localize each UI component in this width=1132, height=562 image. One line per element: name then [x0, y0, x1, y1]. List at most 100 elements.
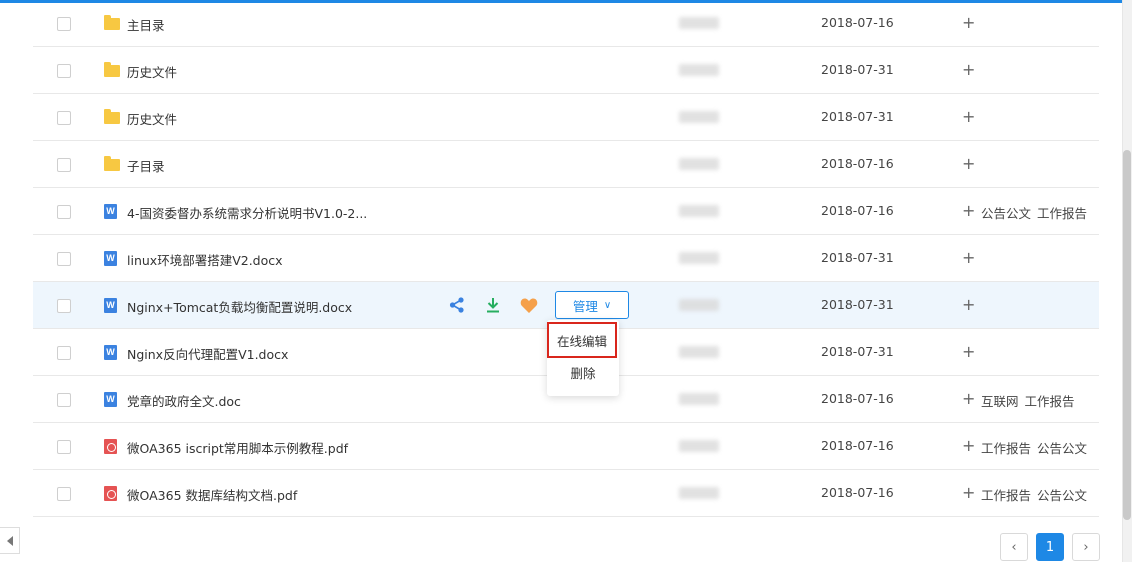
chevron-down-icon: ∨: [603, 299, 612, 311]
table-row[interactable]: W 4-国资委督办系统需求分析说明书V1.0-2... 2018-07-16 + 公告公…: [33, 188, 1099, 235]
tag-label[interactable]: 工作报告: [1037, 206, 1087, 221]
file-name-link[interactable]: 历史文件: [127, 109, 177, 128]
owner-name-blurred: [679, 158, 719, 170]
row-checkbox[interactable]: [57, 346, 71, 360]
prev-page-button[interactable]: ‹: [1000, 533, 1028, 561]
row-checkbox[interactable]: [57, 299, 71, 313]
manage-button[interactable]: 管理 ∨: [555, 291, 629, 319]
row-checkbox[interactable]: [57, 205, 71, 219]
modified-date: 2018-07-31: [821, 250, 894, 265]
row-checkbox[interactable]: [57, 487, 71, 501]
menu-item-delete[interactable]: 删除: [547, 363, 619, 385]
row-checkbox[interactable]: [57, 111, 71, 125]
modified-date: 2018-07-31: [821, 344, 894, 359]
owner-name-blurred: [679, 17, 719, 29]
add-tag-icon[interactable]: +: [962, 483, 975, 502]
folder-icon: [104, 156, 120, 172]
modified-date: 2018-07-31: [821, 109, 894, 124]
modified-date: 2018-07-31: [821, 297, 894, 312]
add-tag-icon[interactable]: +: [962, 13, 975, 32]
modified-date: 2018-07-16: [821, 438, 894, 453]
file-name-link[interactable]: 微OA365 数据库结构文档.pdf: [127, 485, 297, 504]
owner-name-blurred: [679, 346, 719, 358]
owner-name-blurred: [679, 252, 719, 264]
add-tag-icon[interactable]: +: [962, 201, 975, 220]
file-name-link[interactable]: 4-国资委督办系统需求分析说明书V1.0-2...: [127, 203, 367, 222]
add-tag-icon[interactable]: +: [962, 248, 975, 267]
share-icon[interactable]: [447, 295, 467, 315]
folder-icon: [104, 109, 120, 125]
folder-shape: [104, 156, 120, 171]
word-doc-icon: W: [104, 392, 119, 407]
table-row[interactable]: 微OA365 iscript常用脚本示例教程.pdf 2018-07-16 + 工作报…: [33, 423, 1099, 470]
tag-label[interactable]: 公告公文: [981, 206, 1031, 221]
file-name-link[interactable]: 主目录: [127, 15, 165, 34]
owner-name-blurred: [679, 111, 719, 123]
tag-list: 工作报告 公告公文: [981, 485, 1093, 504]
word-doc-glyph: W: [104, 345, 117, 360]
tag-list: 工作报告 公告公文: [981, 438, 1093, 457]
folder-icon: [104, 15, 120, 31]
heart-icon[interactable]: [519, 295, 539, 315]
word-doc-glyph: W: [104, 298, 117, 313]
word-doc-icon: W: [104, 204, 119, 219]
row-checkbox[interactable]: [57, 64, 71, 78]
tag-label[interactable]: 互联网: [981, 394, 1019, 409]
collapse-sidebar-button[interactable]: [0, 527, 20, 554]
add-tag-icon[interactable]: +: [962, 107, 975, 126]
tag-label[interactable]: 公告公文: [1037, 488, 1087, 503]
add-tag-icon[interactable]: +: [962, 342, 975, 361]
table-row[interactable]: 子目录 2018-07-16 +: [33, 141, 1099, 188]
pdf-icon: [104, 439, 119, 454]
file-name-link[interactable]: Nginx反向代理配置V1.docx: [127, 344, 288, 363]
row-checkbox[interactable]: [57, 158, 71, 172]
file-name-link[interactable]: 党章的政府全文.doc: [127, 391, 241, 410]
table-row[interactable]: 历史文件 2018-07-31 +: [33, 94, 1099, 141]
modified-date: 2018-07-16: [821, 203, 894, 218]
download-icon[interactable]: [483, 295, 503, 315]
table-row[interactable]: 主目录 2018-07-16 +: [33, 0, 1099, 47]
tag-list: 互联网 工作报告: [981, 391, 1081, 410]
file-name-link[interactable]: 历史文件: [127, 62, 177, 81]
owner-name-blurred: [679, 440, 719, 452]
next-page-button[interactable]: ›: [1072, 533, 1100, 561]
add-tag-icon[interactable]: +: [962, 295, 975, 314]
page-button-current[interactable]: 1: [1036, 533, 1064, 561]
modified-date: 2018-07-31: [821, 62, 894, 77]
owner-name-blurred: [679, 487, 719, 499]
add-tag-icon[interactable]: +: [962, 389, 975, 408]
add-tag-icon[interactable]: +: [962, 154, 975, 173]
file-name-link[interactable]: linux环境部署搭建V2.docx: [127, 250, 283, 269]
menu-item-edit-online[interactable]: 在线编辑: [547, 322, 617, 358]
word-doc-icon: W: [104, 251, 119, 266]
tag-label[interactable]: 公告公文: [1037, 441, 1087, 456]
tag-label[interactable]: 工作报告: [1025, 394, 1075, 409]
add-tag-icon[interactable]: +: [962, 436, 975, 455]
pagination: ‹ 1 ›: [1000, 533, 1100, 561]
owner-name-blurred: [679, 205, 719, 217]
table-row[interactable]: Wlinux环境部署搭建V2.docx 2018-07-31 +: [33, 235, 1099, 282]
row-checkbox[interactable]: [57, 440, 71, 454]
file-name-link[interactable]: 微OA365 iscript常用脚本示例教程.pdf: [127, 438, 348, 457]
tag-list: 公告公文 工作报告: [981, 203, 1093, 222]
row-checkbox[interactable]: [57, 252, 71, 266]
folder-icon: [104, 62, 120, 78]
row-checkbox[interactable]: [57, 17, 71, 31]
tag-label[interactable]: 工作报告: [981, 441, 1031, 456]
scrollbar-thumb[interactable]: [1123, 150, 1131, 520]
folder-shape: [104, 62, 120, 77]
modified-date: 2018-07-16: [821, 485, 894, 500]
row-checkbox[interactable]: [57, 393, 71, 407]
file-name-link[interactable]: Nginx+Tomcat负载均衡配置说明.docx: [127, 297, 352, 316]
word-doc-glyph: W: [104, 204, 117, 219]
owner-name-blurred: [679, 299, 719, 311]
row-actions: 管理 ∨: [447, 291, 629, 319]
pdf-shape: [104, 486, 117, 501]
tag-label[interactable]: 工作报告: [981, 488, 1031, 503]
file-name-link[interactable]: 子目录: [127, 156, 165, 175]
word-doc-icon: W: [104, 298, 119, 313]
folder-shape: [104, 109, 120, 124]
table-row[interactable]: 历史文件 2018-07-31 +: [33, 47, 1099, 94]
table-row[interactable]: 微OA365 数据库结构文档.pdf 2018-07-16 + 工作报告 公告公文: [33, 470, 1099, 517]
add-tag-icon[interactable]: +: [962, 60, 975, 79]
